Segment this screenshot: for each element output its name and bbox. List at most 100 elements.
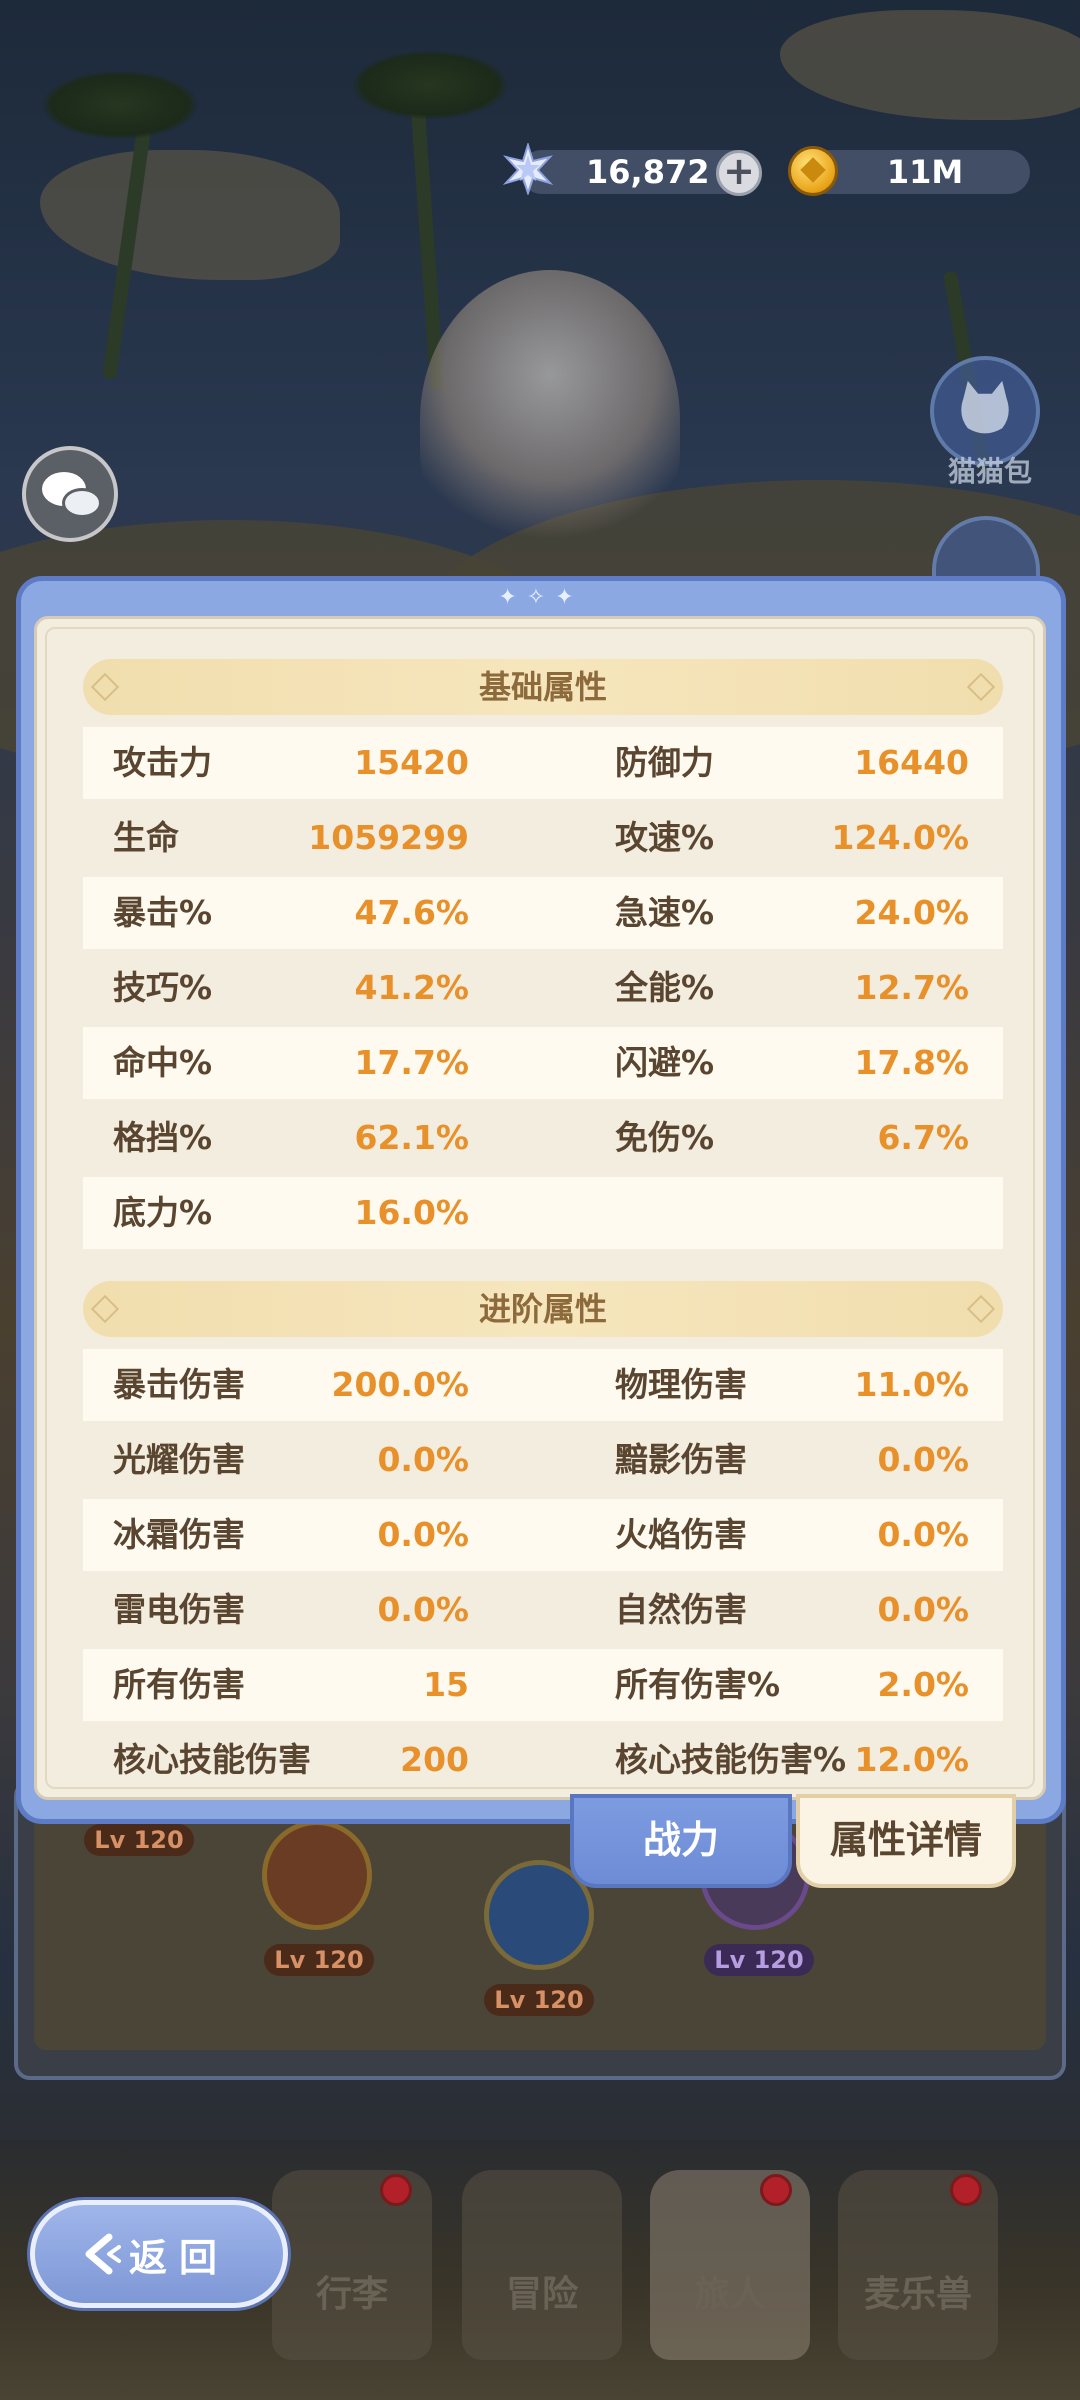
stat-value: 62.1% — [354, 1118, 470, 1157]
stat-name: 生命 — [113, 818, 179, 857]
stat-value: 12.7% — [854, 968, 970, 1007]
stat-name: 所有伤害 — [113, 1665, 245, 1704]
stat-value: 24.0% — [854, 893, 970, 932]
stat-value: 0.0% — [877, 1515, 969, 1554]
level-badge: Lv 120 — [704, 1944, 814, 1976]
stat-name: 雷电伤害 — [113, 1590, 245, 1629]
rock — [780, 10, 1080, 120]
stat-row: 光耀伤害 0.0% 黯影伤害 0.0% — [83, 1424, 1003, 1496]
stat-value: 41.2% — [354, 968, 470, 1007]
section-title-text: 基础属性 — [478, 668, 607, 706]
stat-value: 200.0% — [331, 1365, 469, 1404]
stat-name: 黯影伤害 — [615, 1440, 747, 1479]
stat-row: 冰霜伤害 0.0% 火焰伤害 0.0% — [83, 1499, 1003, 1571]
stat-name: 自然伤害 — [615, 1590, 747, 1629]
palm-leaves — [350, 50, 510, 120]
back-label: 返回 — [128, 2235, 229, 2280]
stat-name: 急速% — [615, 893, 715, 932]
stat-value: 1059299 — [308, 818, 469, 857]
stat-value: 0.0% — [377, 1440, 469, 1479]
stat-name: 核心技能伤害 — [113, 1740, 311, 1779]
stat-row: 生命 1059299 攻速% 124.0% — [83, 802, 1003, 874]
stat-row: 攻击力 15420 防御力 16440 — [83, 727, 1003, 799]
character-silhouette — [420, 270, 680, 570]
stat-name: 全能% — [615, 968, 715, 1007]
palm-leaves — [40, 70, 200, 140]
stat-value: 16.0% — [354, 1193, 470, 1232]
stat-name: 核心技能伤害% — [615, 1740, 847, 1779]
back-button[interactable]: 返回 — [30, 2200, 288, 2308]
stat-value: 2.0% — [877, 1665, 969, 1704]
diamond-ornament-icon — [966, 672, 996, 702]
stat-row: 雷电伤害 0.0% 自然伤害 0.0% — [83, 1574, 1003, 1646]
diamond-ornament-icon — [966, 1294, 996, 1324]
cat-bag-label: 猫猫包 — [947, 455, 1032, 488]
stat-value: 6.7% — [877, 1118, 969, 1157]
stat-name: 免伤% — [615, 1118, 715, 1157]
star-gem-icon — [502, 143, 554, 195]
stat-name: 物理伤害 — [615, 1365, 747, 1404]
stat-row: 格挡% 62.1% 免伤% 6.7% — [83, 1102, 1003, 1174]
stat-name: 命中% — [113, 1043, 213, 1082]
section-title-text: 进阶属性 — [478, 1290, 607, 1328]
notification-dot — [380, 2174, 412, 2206]
stat-name: 底力% — [113, 1193, 213, 1232]
stat-row: 暴击伤害 200.0% 物理伤害 11.0% — [83, 1349, 1003, 1421]
stat-name: 攻击力 — [113, 743, 212, 782]
stat-value: 16440 — [854, 743, 969, 782]
rock — [40, 150, 340, 280]
section-title-basic: 基础属性 — [83, 659, 1003, 715]
stat-name: 格挡% — [113, 1118, 213, 1157]
chat-button[interactable] — [22, 446, 118, 542]
ornament-icon: ✦✧✦ — [498, 585, 584, 610]
stat-value: 11.0% — [854, 1365, 970, 1404]
stat-name: 火焰伤害 — [615, 1515, 747, 1554]
stat-row: 核心技能伤害 200 核心技能伤害% 12.0% — [83, 1724, 1003, 1796]
stat-value: 0.0% — [877, 1590, 969, 1629]
stat-value: 12.0% — [854, 1740, 970, 1779]
level-badge: Lv 120 — [84, 1824, 194, 1856]
stat-name: 所有伤害% — [615, 1665, 781, 1704]
cat-icon — [961, 380, 1009, 434]
notification-dot — [950, 2174, 982, 2206]
add-gems-button[interactable]: + — [716, 150, 762, 196]
tab-attribute-details[interactable]: 属性详情 — [796, 1794, 1016, 1888]
stat-name: 光耀伤害 — [113, 1440, 245, 1479]
nav-label-mele-beast: 麦乐兽 — [863, 2274, 972, 2315]
stats-panel[interactable]: 基础属性 攻击力 15420 防御力 16440 生命 1059299 攻速% … — [34, 616, 1046, 1800]
stat-row: 所有伤害 15 所有伤害% 2.0% — [83, 1649, 1003, 1721]
stat-value: 15420 — [354, 743, 469, 782]
stat-value: 0.0% — [877, 1440, 969, 1479]
stat-value: 200 — [400, 1740, 469, 1779]
stat-value: 0.0% — [377, 1590, 469, 1629]
stat-row: 命中% 17.7% 闪避% 17.8% — [83, 1027, 1003, 1099]
gold-amount: 11M — [886, 153, 964, 191]
level-badge: Lv 120 — [484, 1984, 594, 2016]
stat-value: 17.8% — [854, 1043, 970, 1082]
stat-row: 底力% 16.0% — [83, 1177, 1003, 1249]
tab-power[interactable]: 战力 — [570, 1794, 792, 1888]
back-arrow-icon — [85, 2233, 121, 2275]
nav-label-traveler: 旅人 — [693, 2274, 766, 2315]
stat-name: 暴击伤害 — [113, 1365, 245, 1404]
level-badge: Lv 120 — [264, 1944, 374, 1976]
stat-row: 技巧% 41.2% 全能% 12.7% — [83, 952, 1003, 1024]
stat-name: 暴击% — [113, 893, 213, 932]
stat-value: 47.6% — [354, 893, 470, 932]
skill-node[interactable] — [262, 1820, 372, 1930]
stat-name: 防御力 — [615, 743, 714, 782]
stat-name: 闪避% — [615, 1043, 715, 1082]
stat-name: 技巧% — [113, 968, 213, 1007]
stat-value: 124.0% — [831, 818, 969, 857]
nav-label-luggage: 行李 — [315, 2274, 388, 2315]
nav-label-adventure: 冒险 — [505, 2274, 578, 2315]
stat-row: 暴击% 47.6% 急速% 24.0% — [83, 877, 1003, 949]
diamond-ornament-icon — [90, 672, 120, 702]
stat-name: 攻速% — [615, 818, 715, 857]
diamond-ornament-icon — [90, 1294, 120, 1324]
gem-amount: 16,872 — [586, 153, 710, 191]
stat-name: 冰霜伤害 — [113, 1515, 245, 1554]
stat-value: 0.0% — [377, 1515, 469, 1554]
stat-value: 17.7% — [354, 1043, 470, 1082]
notification-dot — [760, 2174, 792, 2206]
